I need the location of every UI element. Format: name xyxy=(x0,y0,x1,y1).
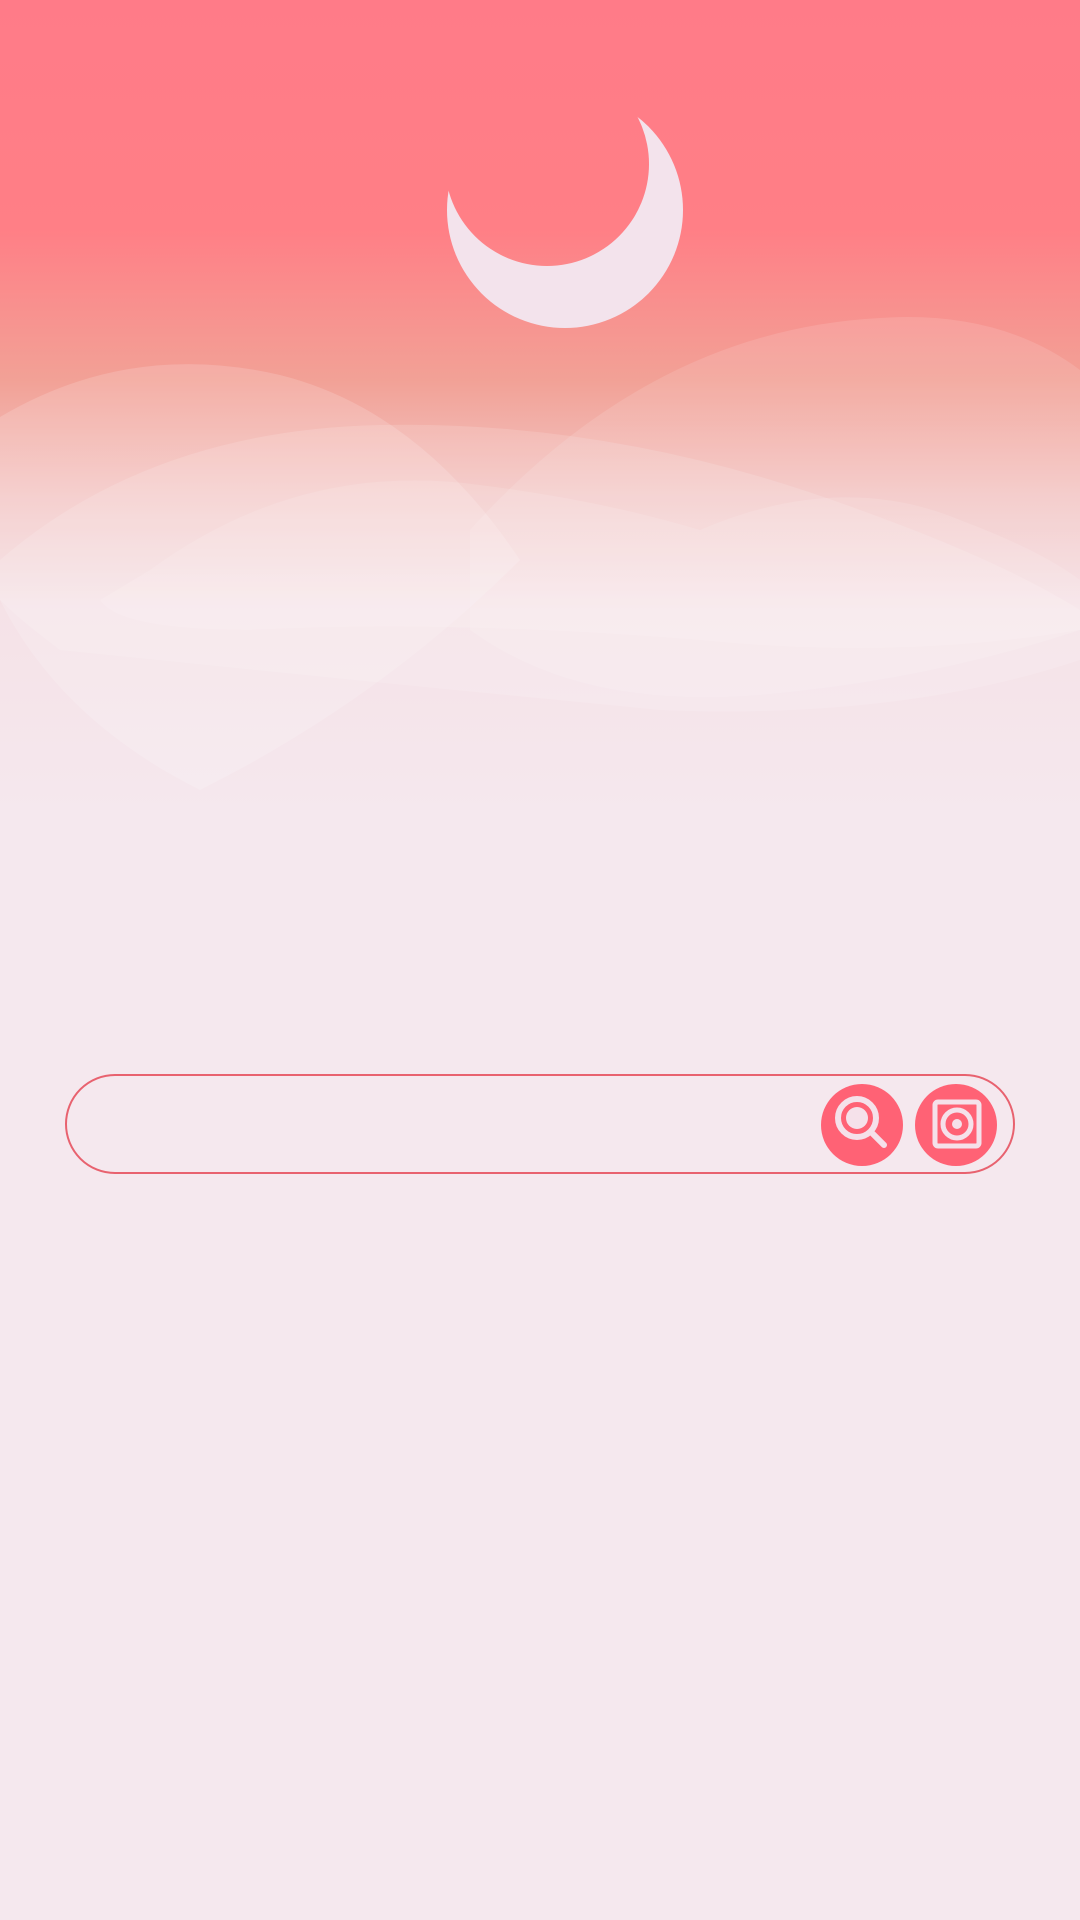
search-input[interactable] xyxy=(107,1094,831,1158)
camera-lens-icon xyxy=(932,1099,982,1149)
search-button[interactable] xyxy=(821,1084,903,1166)
home-screen xyxy=(0,0,1080,1920)
magnifier-icon xyxy=(835,1096,887,1148)
search-bar xyxy=(65,1074,1015,1174)
cloud-layer xyxy=(0,317,1080,790)
camera-button[interactable] xyxy=(915,1084,997,1166)
crescent-moon-icon xyxy=(447,100,683,328)
